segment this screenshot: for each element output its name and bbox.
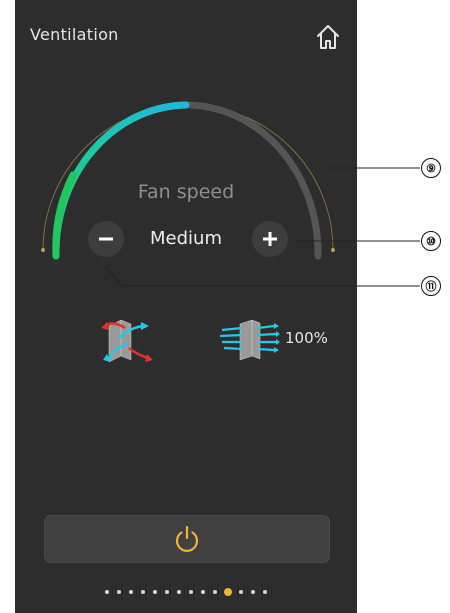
filter-icon [218, 318, 280, 361]
page-dot[interactable] [263, 590, 267, 594]
page-dot-active[interactable] [224, 588, 232, 596]
heat-recovery-icon [99, 318, 155, 363]
fan-speed-value: Medium [150, 228, 222, 249]
page-dot[interactable] [105, 590, 109, 594]
power-button[interactable] [44, 515, 330, 563]
page-indicator [15, 587, 357, 597]
increase-speed-button[interactable] [252, 221, 288, 257]
callout-11: ⑪ [421, 276, 441, 296]
page-dot[interactable] [117, 590, 121, 594]
page-dot[interactable] [239, 590, 243, 594]
page-dot[interactable] [201, 590, 205, 594]
callout-9: ⑨ [421, 158, 441, 178]
page-dot[interactable] [213, 590, 217, 594]
page-dot[interactable] [153, 590, 157, 594]
page-dot[interactable] [129, 590, 133, 594]
page-dot[interactable] [141, 590, 145, 594]
decrease-speed-button[interactable] [88, 221, 124, 257]
minus-icon [99, 237, 113, 241]
ventilation-panel: Ventilation Fan speed Medium 100% [15, 0, 357, 613]
filter-status-value: 100% [285, 329, 328, 347]
page-dot[interactable] [165, 590, 169, 594]
power-icon [175, 525, 199, 552]
page-dot[interactable] [251, 590, 255, 594]
callout-10: ⑩ [421, 231, 441, 251]
fan-speed-gauge[interactable] [15, 0, 357, 300]
page-dot[interactable] [177, 590, 181, 594]
page-dot[interactable] [189, 590, 193, 594]
fan-speed-label: Fan speed [137, 181, 235, 203]
plus-icon [263, 232, 277, 246]
